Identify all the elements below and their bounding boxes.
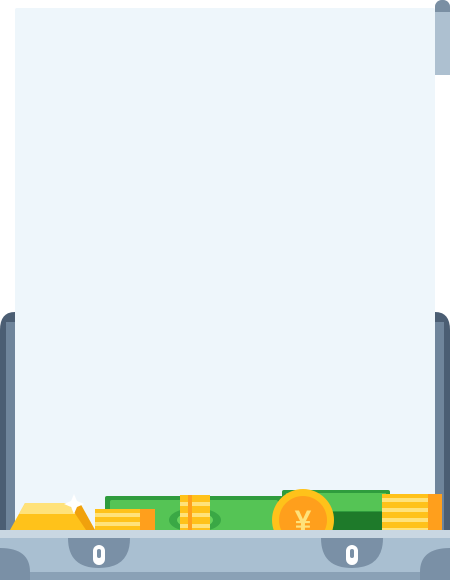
gold-bar-icon bbox=[10, 494, 95, 530]
coin-stack-right bbox=[382, 494, 442, 536]
suitcase-base bbox=[0, 572, 450, 580]
coin-stack-left bbox=[180, 495, 210, 535]
suitcase-icon: ¥ bbox=[0, 312, 450, 580]
suitcase-frame: ¥ bbox=[0, 0, 450, 580]
suitcase-lip bbox=[0, 530, 450, 538]
suitcase-left-rim bbox=[6, 322, 15, 532]
